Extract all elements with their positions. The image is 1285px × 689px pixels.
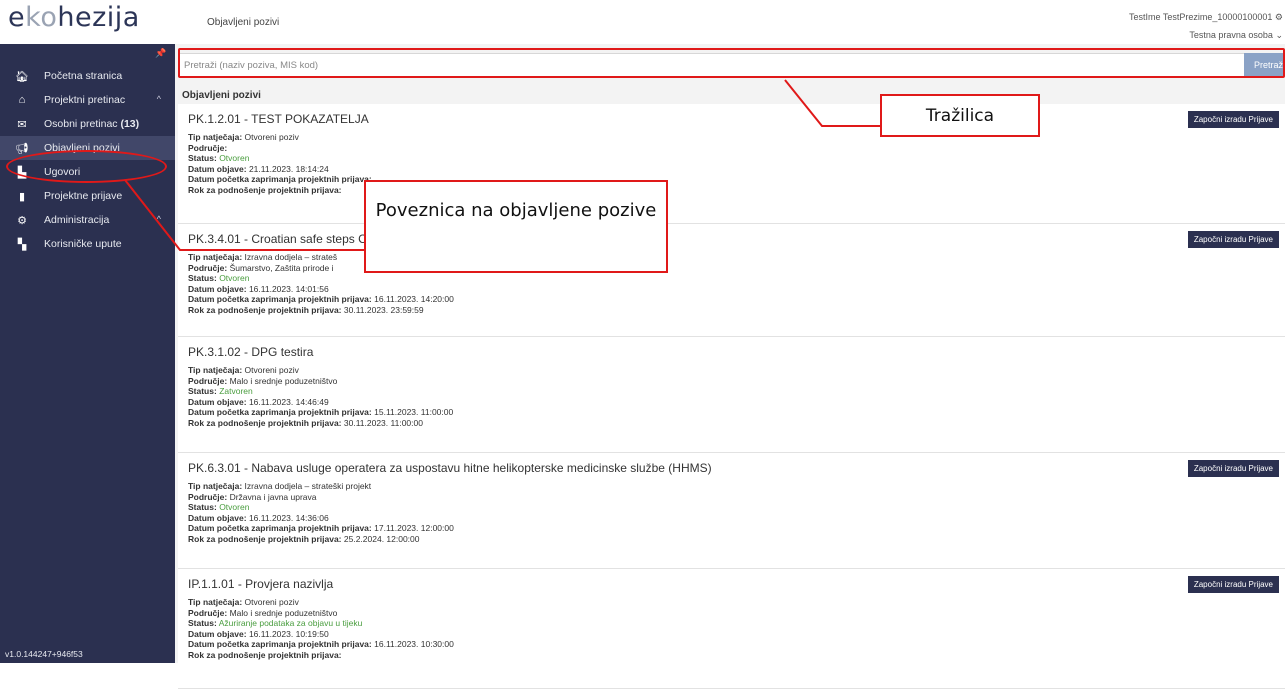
search-input[interactable] [179,54,1244,76]
sidebar-item-label: Početna stranica [44,70,123,82]
top-bar: ekohezija Objavljeni pozivi TestIme Test… [0,0,1285,44]
user-role[interactable]: Testna pravna osoba ⌄ [1189,30,1283,41]
call-type: Tip natječaja: Otvoreni poziv [188,597,299,607]
call-title[interactable]: PK.6.3.01 - Nabava usluge operatera za u… [188,461,1285,475]
user-name[interactable]: TestIme TestPrezime_10000100001 ⚙ [1129,12,1283,23]
published-calls-callout: Poveznica na objavljene pozive [364,180,668,273]
start-application-button[interactable]: Započni izradu Prijave [1187,231,1279,248]
call-deadline: Rok za podnošenje projektnih prijava: 30… [188,304,424,315]
search-button[interactable]: Pretraži [1244,53,1285,77]
megaphone-icon: 📢︎ [15,142,29,155]
chevron-up-icon: ^ [156,94,161,104]
sidebar-item-user-manuals[interactable]: ▚ Korisničke upute [0,232,175,256]
sidebar-nav: 🏠︎ Početna stranica ⌂ Projektni pretinac… [0,64,175,256]
sidebar-item-label: Objavljeni pozivi [44,142,120,154]
contract-icon: ▙ [17,166,27,179]
sidebar-item-contracts[interactable]: ▙ Ugovori [0,160,175,184]
call-start: Datum početka zaprimanja projektnih prij… [188,639,454,650]
app-version: v1.0.144247+946f53 [5,649,83,659]
call-start: Datum početka zaprimanja projektnih prij… [188,294,454,305]
call-deadline: Rok za podnošenje projektnih prijava: [188,184,342,195]
app-logo[interactable]: ekohezija [8,2,140,33]
sidebar-item-label: Ugovori [44,166,81,178]
sidebar-item-project-applications[interactable]: ▮ Projektne prijave [0,184,175,208]
call-published: Datum objave: 21.11.2023. 18:14:24 [188,163,329,174]
call-status: Status: Zatvoren [188,386,253,397]
call-card: PK.3.4.01 - Croatian safe steps C Tip na… [178,224,1285,337]
call-list: PK.1.2.01 - TEST POKAZATELJA Tip natječa… [178,104,1285,689]
call-status: Status: Otvoren [188,502,250,513]
call-card: IP.1.1.01 - Provjera nazivlja Tip natječ… [178,569,1285,689]
call-published: Datum objave: 16.11.2023. 14:01:56 [188,283,329,294]
call-card: PK.3.1.02 - DPG testira Tip natječaja: O… [178,337,1285,453]
call-type: Tip natječaja: Izravna dodjela – strateš [188,252,338,262]
gears-icon: ⚙ [17,214,27,227]
inbox-icon: ⌂ [18,94,26,106]
call-start: Datum početka zaprimanja projektnih prij… [188,523,454,534]
call-deadline: Rok za podnošenje projektnih prijava: 30… [188,417,423,428]
call-area: Područje: Državna i javna uprava [188,491,317,502]
call-status: Status: Otvoren [188,153,250,164]
call-type: Tip natječaja: Otvoreni poziv [188,132,299,142]
call-published: Datum objave: 16.11.2023. 14:46:49 [188,396,329,407]
sidebar-item-project-inbox[interactable]: ⌂ Projektni pretinac ^ [0,88,175,112]
call-type: Tip natječaja: Izravna dodjela – strateš… [188,481,372,491]
chevron-up-icon: ^ [156,214,161,224]
section-title: Objavljeni pozivi [182,90,261,101]
home-icon: 🏠︎ [15,70,29,83]
pdf-icon: ▚ [17,238,27,251]
gear-icon[interactable]: ⚙ [1275,12,1283,22]
main-content: Pretraži Objavljeni pozivi PK.1.2.01 - T… [175,44,1285,689]
sidebar-item-published-calls[interactable]: 📢︎ Objavljeni pozivi [0,136,175,160]
call-status: Status: Ažuriranje podataka za objavu u … [188,618,363,629]
call-deadline: Rok za podnošenje projektnih prijava: 25… [188,533,420,544]
sidebar-item-label: Korisničke upute [44,238,122,250]
sidebar-item-label: Osobni pretinac [44,118,118,130]
unread-count: (13) [120,118,140,130]
call-status: Status: Otvoren [188,273,250,284]
call-deadline: Rok za podnošenje projektnih prijava: [188,649,342,660]
call-type: Tip natječaja: Otvoreni poziv [188,365,299,375]
sidebar-item-personal-inbox[interactable]: ✉ Osobni pretinac (13) [0,112,175,136]
start-application-button[interactable]: Započni izradu Prijave [1187,460,1279,477]
call-card: PK.6.3.01 - Nabava usluge operatera za u… [178,453,1285,569]
start-application-button[interactable]: Započni izradu Prijave [1187,576,1279,593]
chevron-down-icon: ⌄ [1275,30,1283,40]
call-title[interactable]: IP.1.1.01 - Provjera nazivlja [188,577,1285,591]
search-callout: Tražilica [880,94,1040,137]
call-area: Područje: Malo i srednje poduzetništvo [188,375,338,386]
page-label: Objavljeni pozivi [207,17,280,28]
call-start: Datum početka zaprimanja projektnih prij… [188,407,454,418]
sidebar-item-home[interactable]: 🏠︎ Početna stranica [0,64,175,88]
sidebar: 📌 🏠︎ Početna stranica ⌂ Projektni pretin… [0,44,175,663]
call-start: Datum početka zaprimanja projektnih prij… [188,174,372,185]
call-title[interactable]: PK.3.1.02 - DPG testira [188,345,1285,359]
call-published: Datum objave: 16.11.2023. 14:36:06 [188,512,329,523]
call-card: PK.1.2.01 - TEST POKAZATELJA Tip natječa… [178,104,1285,224]
sidebar-item-label: Projektni pretinac [44,94,126,106]
call-title[interactable]: PK.1.2.01 - TEST POKAZATELJA [188,112,1285,126]
call-area: Područje: Šumarstvo, Zaštita prirode i [188,262,334,273]
document-icon: ▮ [18,190,26,203]
call-area: Područje: Malo i srednje poduzetništvo [188,607,338,618]
pin-icon[interactable]: 📌 [155,48,166,59]
envelope-icon: ✉ [17,118,27,131]
call-area: Područje: [188,142,228,153]
call-published: Datum objave: 16.11.2023. 10:19:50 [188,628,329,639]
sidebar-item-label: Projektne prijave [44,190,123,202]
search-bar: Pretraži [178,53,1285,77]
start-application-button[interactable]: Započni izradu Prijave [1187,111,1279,128]
call-title[interactable]: PK.3.4.01 - Croatian safe steps C [188,232,1285,246]
sidebar-item-label: Administracija [44,214,110,226]
sidebar-item-administration[interactable]: ⚙ Administracija ^ [0,208,175,232]
